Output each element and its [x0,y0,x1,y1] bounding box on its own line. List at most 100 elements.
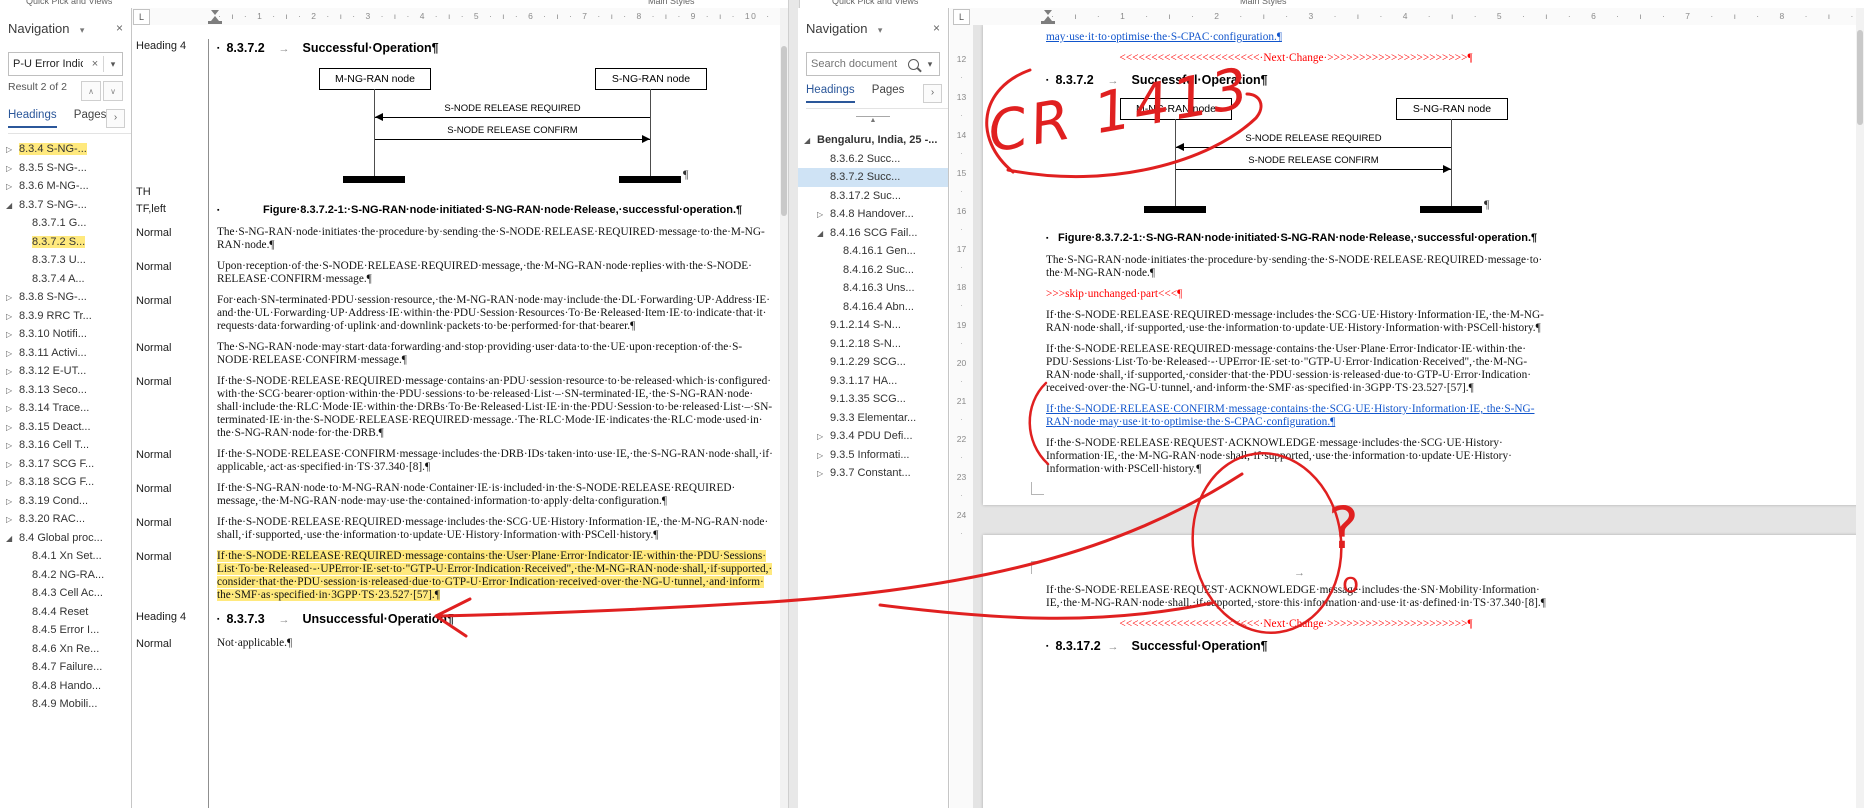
nav-item[interactable]: 9.1.2.14 S-N... [798,316,948,335]
nav-item[interactable]: 8.4.8 Hando... [0,677,131,696]
sequence-diagram[interactable]: M-NG-RAN node S-NG-RAN node S-NODE RELEA… [253,68,733,194]
nav-item[interactable]: 9.3.3 Elementar... [798,409,948,428]
document-canvas[interactable]: may·​use·​it·​to·​optimise·​the·​S-CPAC·… [973,25,1864,808]
expand-triangle-icon[interactable]: ▷ [817,206,830,224]
expand-triangle-icon[interactable]: ▷ [6,326,19,344]
paragraph[interactable]: The·​S-NG-RAN·​node·​may·​start·​data·​f… [217,341,774,367]
nav-item[interactable]: ▷8.3.8 S-NG-... [0,288,131,307]
expand-triangle-icon[interactable]: ▷ [6,511,19,529]
nav-item[interactable]: ▷8.3.14 Trace... [0,399,131,418]
nav-item[interactable]: ◢8.3.7 S-NG-... [0,196,131,215]
previous-result-button[interactable]: ∧ [81,81,101,101]
go-to-top-button[interactable]: ▲ [856,116,890,125]
paragraph[interactable]: If·​the·​S-NG-RAN·​node·​to·​M-NG-RAN·​n… [217,482,774,508]
s-ng-ran-node-box[interactable]: S-NG-RAN node [595,68,707,90]
sequence-diagram[interactable]: M-NG-RAN node S-NG-RAN node S-NODE RELEA… [1054,98,1534,224]
nav-item[interactable]: ▷8.3.16 Cell T... [0,436,131,455]
doc-row-content[interactable]: If·​the·​S-NODE·​RELEASE·​CONFIRM·​messa… [209,448,780,482]
doc-row-content[interactable]: ▪8.3.7.2→Successful·​Operation¶ [209,39,780,66]
nav-item[interactable]: 8.3.6.2 Succ... [798,150,948,169]
nav-item[interactable]: ▷9.3.4 PDU Defi... [798,427,948,446]
search-options-dropdown-icon[interactable]: ▾ [921,59,939,70]
doc-row-content[interactable]: M-NG-RAN node S-NG-RAN node S-NODE RELEA… [209,66,780,202]
tab-selector[interactable]: L [133,9,150,25]
nav-item[interactable]: 8.4.2 NG-RA... [0,566,131,585]
close-icon[interactable]: × [933,21,940,35]
nav-item[interactable]: 8.3.17.2 Suc... [798,187,948,206]
nav-item[interactable]: 8.4.16.2 Suc... [798,261,948,280]
tab-pages[interactable]: Pages [74,109,107,126]
figure-caption[interactable]: ▪Figure·​8.3.7.2-1:·​S-NG-RAN·​node·​ini… [217,204,774,216]
expand-triangle-icon[interactable]: ▷ [6,456,19,474]
paragraph[interactable]: For·​each·​SN-terminated·​PDU·​session·​… [217,294,774,333]
paragraph[interactable]: The·​S-NG-RAN·​node·​initiates·​the·​pro… [217,226,774,252]
nav-item[interactable]: 9.1.2.18 S-N... [798,335,948,354]
page[interactable]: →If·​the·​S-NODE·​RELEASE·​REQUEST·​ACKN… [983,535,1864,808]
nav-item[interactable]: 8.3.7.4 A... [0,270,131,289]
nav-item[interactable]: ▷8.3.5 S-NG-... [0,159,131,178]
nav-item[interactable]: 8.4.9 Mobili... [0,695,131,714]
expand-triangle-icon[interactable]: ▷ [6,345,19,363]
figure-caption[interactable]: ▪Figure·​8.3.7.2-1:·​S-NG-RAN·​node·​ini… [1046,232,1546,244]
m-ng-ran-node-box[interactable]: M-NG-RAN node [1120,98,1232,120]
doc-row-content[interactable]: ▪8.3.7.3→Unsuccessful·​Operation¶ [209,610,780,637]
section-heading[interactable]: ▪8.3.7.2→Successful·​Operation¶ [217,41,774,55]
nav-item[interactable]: ▷8.3.11 Activi... [0,344,131,363]
paragraph[interactable]: If·​the·​S-NODE·​RELEASE·​REQUIRED·​mess… [217,550,774,602]
nav-item[interactable]: 8.4.16.1 Gen... [798,242,948,261]
vertical-scrollbar[interactable] [780,8,788,808]
search-options-dropdown-icon[interactable]: ▾ [104,59,122,70]
nav-item[interactable]: ◢8.4 Global proc... [0,529,131,548]
expand-triangle-icon[interactable]: ▷ [6,437,19,455]
paragraph[interactable]: may·​use·​it·​to·​optimise·​the·​S-CPAC·… [1046,31,1546,44]
paragraph[interactable]: >>>skip·​unchanged·​part<<<¶ [1046,288,1546,301]
doc-row-content[interactable]: Upon·​reception·​of·​the·​S-NODE·​RELEAS… [209,260,780,294]
nav-item[interactable]: 8.4.1 Xn Set... [0,547,131,566]
m-ng-ran-node-box[interactable]: M-NG-RAN node [319,68,431,90]
nav-item[interactable]: 9.1.2.29 SCG... [798,353,948,372]
section-heading[interactable]: ▪8.3.7.3→Unsuccessful·​Operation¶ [217,612,774,626]
doc-row-content[interactable]: If·​the·​S-NODE·​RELEASE·​REQUIRED·​mess… [209,516,780,550]
expand-triangle-icon[interactable]: ▷ [6,289,19,307]
expand-triangle-icon[interactable]: ▷ [6,308,19,326]
nav-item[interactable]: ▷9.3.5 Informati... [798,446,948,465]
nav-item[interactable]: 8.4.6 Xn Re... [0,640,131,659]
vertical-scrollbar[interactable] [1856,8,1864,808]
page[interactable]: may·​use·​it·​to·​optimise·​the·​S-CPAC·… [983,25,1864,505]
nav-item[interactable]: ▷8.3.4 S-NG-... [0,140,131,159]
doc-row-content[interactable]: If·​the·​S-NG-RAN·​node·​to·​M-NG-RAN·​n… [209,482,780,516]
nav-item[interactable]: ▷8.3.18 SCG F... [0,473,131,492]
nav-item[interactable]: ◢8.4.16 SCG Fail... [798,224,948,243]
expand-triangle-icon[interactable]: ▷ [6,141,19,159]
nav-item[interactable]: 8.3.7.2 S... [0,233,131,252]
nav-item[interactable]: ◢Bengaluru, India, 25 -... [798,131,948,150]
tab-pages[interactable]: Pages [872,84,905,101]
next-result-button[interactable]: ∨ [103,81,123,101]
scrollbar-thumb[interactable] [1857,30,1863,125]
close-icon[interactable]: × [116,21,123,35]
scrollbar-thumb[interactable] [781,46,787,216]
paragraph[interactable]: If·​the·​S-NODE·​RELEASE·​REQUIRED·​mess… [1046,343,1546,395]
doc-row-content[interactable]: ▪Figure·​8.3.7.2-1:·​S-NG-RAN·​node·​ini… [209,202,780,226]
expand-triangle-icon[interactable]: ▷ [6,160,19,178]
doc-row-content[interactable]: If·​the·​S-NODE·​RELEASE·​REQUIRED·​mess… [209,550,780,610]
chevron-down-icon[interactable]: ▾ [878,25,883,35]
tab-headings[interactable]: Headings [806,84,855,103]
doc-row-content[interactable]: Not·​applicable.¶ [209,637,780,658]
tab-selector[interactable]: L [953,9,970,25]
expand-triangle-icon[interactable]: ▷ [6,382,19,400]
diagram-paragraph[interactable]: M-NG-RAN node S-NG-RAN node S-NODE RELEA… [217,68,774,194]
search-box[interactable]: ▾ [806,52,940,76]
s-ng-ran-node-box[interactable]: S-NG-RAN node [1396,98,1508,120]
doc-row-content[interactable]: The·​S-NG-RAN·​node·​may·​start·​data·​f… [209,341,780,375]
tabs-overflow-button[interactable]: › [923,84,942,103]
paragraph[interactable]: If·​the·​S-NODE·​RELEASE·​REQUIRED·​mess… [1046,309,1546,335]
search-icon[interactable] [908,59,919,70]
document-canvas[interactable]: Heading 4▪8.3.7.2→Successful·​Operation¶… [132,25,780,808]
paragraph[interactable]: Not·​applicable.¶ [217,637,774,650]
expand-triangle-icon[interactable]: ▷ [6,493,19,511]
nav-item[interactable]: 8.4.16.3 Uns... [798,279,948,298]
nav-item[interactable]: 9.1.3.35 SCG... [798,390,948,409]
nav-item[interactable]: 8.4.3 Cell Ac... [0,584,131,603]
clear-search-icon[interactable]: × [87,58,103,70]
